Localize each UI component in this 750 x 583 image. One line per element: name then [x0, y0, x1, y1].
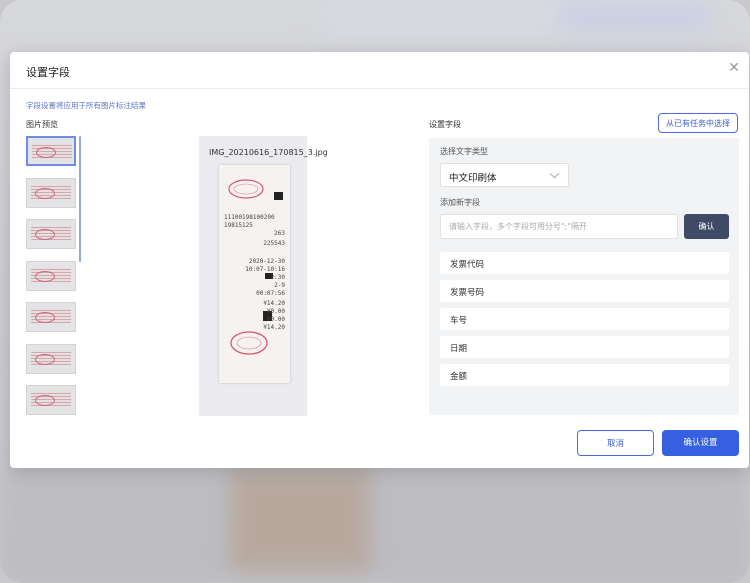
thumbnail-stamp — [35, 270, 55, 282]
receipt-text-line: 2-9 — [274, 282, 285, 289]
receipt-graphic: 1110019810020019815125 263 225543 2020-12-3… — [219, 165, 290, 383]
add-field-label: 添加新字段 — [440, 198, 480, 207]
thumbnail-scrollbar[interactable] — [79, 136, 81, 262]
receipt-text-line: 00:07:56 — [256, 290, 285, 297]
chevron-down-icon — [549, 168, 560, 179]
receipt-text-line: 19815125 — [224, 222, 253, 229]
receipt-text-line: ¥14.20 — [263, 300, 285, 307]
add-field-input[interactable] — [440, 214, 678, 239]
thumbnail-item[interactable] — [26, 385, 76, 415]
thumbnail-item[interactable] — [26, 219, 76, 249]
thumbnail-item[interactable] — [26, 302, 76, 332]
field-item-label: 发票号码 — [450, 288, 485, 298]
cancel-button[interactable]: 取消 — [577, 430, 654, 456]
background-blur — [0, 470, 750, 583]
fields-label: 设置字段 — [429, 120, 461, 129]
close-icon[interactable]: ✕ — [727, 61, 741, 75]
receipt-image: 11100198100200 19815125 263 225543 2020-12-3… — [219, 165, 290, 383]
thumbnail-item[interactable] — [26, 136, 76, 166]
field-item[interactable]: 日期 — [440, 336, 729, 358]
receipt-text-line: 2020-12-30 — [249, 258, 286, 265]
add-field-confirm-button[interactable]: 确认 — [684, 214, 729, 239]
thumbnail-item[interactable] — [26, 343, 76, 374]
receipt-text-line: 2:30 — [271, 274, 286, 281]
field-item-label: 日期 — [450, 344, 468, 354]
field-item[interactable]: 发票号码 — [440, 280, 729, 302]
thumbnail-stamp — [35, 395, 55, 406]
field-item-label: 金额 — [450, 372, 468, 382]
thumbnail-list[interactable] — [26, 136, 86, 416]
receipt-text-line: 10:07-10:16 — [245, 266, 285, 273]
text-type-value: 中文印刷体 — [449, 173, 497, 184]
dialog-header: 设置字段 ✕ — [10, 52, 749, 89]
background-blur — [560, 6, 710, 28]
receipt-text-line: ¥14.20 — [263, 324, 285, 331]
set-fields-dialog: 设置字段 ✕ 字段设置将应用于所有图片标注结果 图片预览 IMG_2021061… — [10, 52, 749, 468]
dialog-title: 设置字段 — [26, 66, 70, 79]
field-item[interactable]: 金额 — [440, 364, 729, 386]
confirm-settings-button[interactable]: 确认设置 — [662, 430, 739, 456]
preview-label: 图片预览 — [26, 120, 58, 129]
thumbnail-item[interactable] — [26, 177, 76, 208]
preview-filename: IMG_20210616_170815_3.jpg — [209, 148, 328, 157]
background-blur — [230, 470, 370, 570]
receipt-text-line: 225543 — [263, 240, 285, 247]
thumbnail-item[interactable] — [26, 260, 76, 291]
thumbnail-stamp — [35, 353, 55, 365]
field-item-label: 发票代码 — [450, 260, 485, 270]
hint-text: 字段设置将应用于所有图片标注结果 — [26, 101, 146, 110]
receipt-text-line: 263 — [274, 230, 285, 237]
thumbnail-stamp — [35, 187, 55, 199]
thumbnail-stamp — [36, 147, 56, 158]
thumbnail-stamp — [35, 229, 55, 240]
field-item[interactable]: 发票代码 — [440, 252, 729, 274]
text-type-select[interactable]: 中文印刷体 — [440, 163, 569, 187]
field-item-label: 车号 — [450, 316, 468, 326]
field-item[interactable]: 车号 — [440, 308, 729, 330]
receipt-text-line: ¥0.00 — [267, 308, 285, 315]
thumbnail-stamp — [35, 312, 55, 323]
select-type-label: 选择文字类型 — [440, 147, 488, 156]
pick-from-task-button[interactable]: 从已有任务中选择 — [658, 113, 738, 133]
receipt-text-line: 11100198100200 — [224, 214, 275, 221]
receipt-text-line: ¥0.00 — [267, 316, 285, 323]
background-blur — [320, 0, 580, 30]
